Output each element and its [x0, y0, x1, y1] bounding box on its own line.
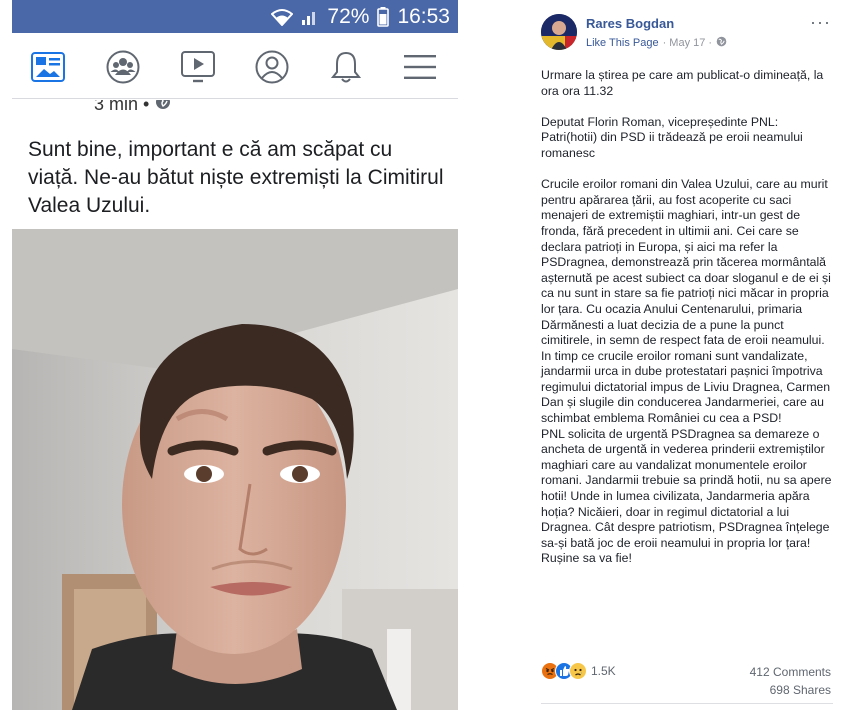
post-status-text: Sunt bine, important e că am scăpat cu v… [28, 138, 444, 217]
shares-count[interactable]: 698 Shares [770, 683, 831, 697]
clock-time: 16:53 [397, 4, 450, 28]
notifications-icon[interactable] [326, 47, 366, 87]
post-photo[interactable] [12, 229, 458, 710]
phone-status-bar: 72% 16:53 [12, 0, 458, 33]
comments-count[interactable]: 412 Comments [750, 665, 831, 679]
post-paragraph: PNL solicita de urgentă PSDragnea sa dem… [541, 426, 832, 566]
globe-icon [716, 36, 727, 50]
phone-screenshot: 72% 16:53 3 min • Sunt bine, important e… [0, 0, 470, 710]
post-paragraph: Urmare la știrea pe care am publicat-o d… [541, 68, 824, 98]
watch-icon[interactable] [178, 47, 218, 87]
post-author-name[interactable]: Rares Bogdan [586, 16, 674, 31]
post-subline: Like This Page · May 17 · [586, 36, 727, 50]
profile-icon[interactable] [252, 47, 292, 87]
wifi-icon [271, 8, 294, 26]
facebook-app-nav-bar [12, 33, 458, 99]
more-options-button[interactable]: ··· [810, 12, 831, 33]
sad-icon [569, 662, 587, 680]
divider [541, 703, 833, 704]
post-timestamp: 3 min • [94, 100, 150, 114]
reaction-count[interactable]: 1.5K [591, 664, 616, 678]
page-avatar[interactable] [541, 14, 577, 50]
battery-percent: 72% [327, 4, 370, 28]
post-body-text: Urmare la știrea pe care am publicat-o d… [541, 68, 835, 567]
portrait-photo-illustration [12, 229, 458, 710]
battery-icon [377, 6, 390, 27]
signal-icon [301, 8, 319, 26]
news-feed-icon[interactable] [28, 47, 68, 87]
like-page-link[interactable]: Like This Page [586, 37, 659, 49]
globe-icon [155, 100, 171, 115]
phone-post-card: 3 min • Sunt bine, important e că am scă… [12, 100, 458, 710]
reactions-summary[interactable]: 1.5K [541, 662, 616, 680]
post-paragraph: Deputat Florin Roman, vicepreședinte PNL… [541, 114, 803, 160]
post-paragraph: Crucile eroilor romani din Valea Uzului,… [541, 177, 831, 426]
facebook-page-post: Rares Bogdan Like This Page · May 17 · ·… [529, 0, 845, 710]
groups-icon[interactable] [103, 47, 143, 87]
post-date[interactable]: · May 17 · [663, 37, 713, 49]
menu-icon[interactable] [400, 47, 440, 87]
post-meta: 3 min • [94, 100, 171, 115]
